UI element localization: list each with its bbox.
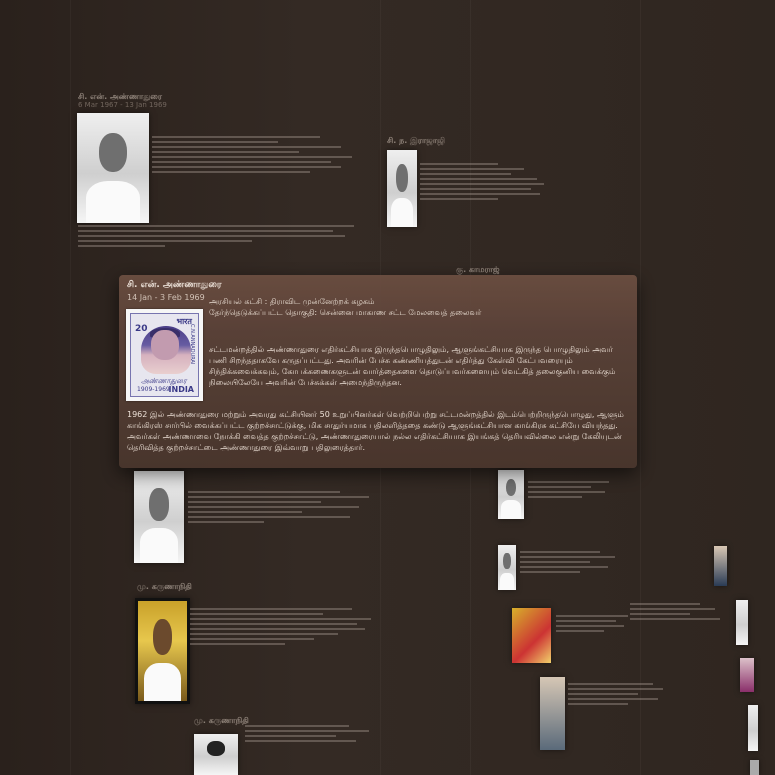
card-name: மு. கருணாநிதி bbox=[137, 582, 192, 591]
stamp-value: 20 bbox=[135, 324, 148, 334]
popup-dates: 14 Jan - 3 Feb 1969 bbox=[127, 293, 205, 302]
face bbox=[98, 132, 128, 173]
stamp-head bbox=[151, 330, 179, 360]
portrait-photo[interactable] bbox=[387, 150, 417, 227]
card-text bbox=[556, 612, 636, 635]
body bbox=[390, 197, 414, 227]
detail-popup[interactable]: சி. என். அண்ணாதுரை 14 Jan - 3 Feb 1969 भ… bbox=[119, 275, 637, 468]
card-name: கு. காமராஜ் bbox=[456, 265, 500, 274]
portrait-photo[interactable] bbox=[540, 677, 565, 750]
popup-paragraph-2: 1962 இல் அண்ணாதுரை மற்றும் அவரது கட்சியி… bbox=[127, 410, 624, 452]
timeline-card[interactable]: மு. கருணாநிதி bbox=[137, 582, 367, 591]
portrait-photo[interactable] bbox=[736, 600, 748, 645]
timeline-card[interactable]: சி. என். அண்ணாதுரை 6 Mar 1967 - 13 Jan 1… bbox=[78, 92, 368, 114]
portrait-photo[interactable] bbox=[512, 608, 551, 663]
stamp-years: 1909-1969 bbox=[137, 386, 170, 393]
card-text bbox=[152, 133, 362, 176]
portrait-photo[interactable] bbox=[135, 598, 190, 704]
card-date: 6 Mar 1967 - 13 Jan 1969 bbox=[78, 101, 167, 109]
popup-party: அரசியல் கட்சி : திராவிட முன்னேற்றக் கழகம… bbox=[209, 297, 375, 306]
portrait-photo[interactable] bbox=[748, 705, 758, 751]
portrait-photo[interactable] bbox=[714, 546, 727, 586]
divider bbox=[640, 0, 641, 775]
face bbox=[503, 553, 511, 570]
body bbox=[140, 528, 178, 563]
card-text bbox=[245, 722, 375, 745]
face bbox=[396, 163, 408, 192]
portrait-photo[interactable] bbox=[498, 545, 516, 590]
card-text bbox=[630, 600, 730, 623]
portrait-photo[interactable] bbox=[194, 734, 238, 775]
body bbox=[500, 572, 514, 590]
divider bbox=[70, 0, 71, 775]
face bbox=[149, 487, 169, 521]
face bbox=[505, 478, 517, 497]
popup-constituency: தேர்ந்தெடுக்கப்பட்ட தொகுதி: சென்னை மாகாண… bbox=[209, 308, 482, 317]
card-name: சி. ந. இராஜாஜி bbox=[387, 136, 446, 145]
portrait-photo[interactable] bbox=[134, 471, 184, 563]
face bbox=[207, 741, 225, 757]
popup-meta: அரசியல் கட்சி : திராவிட முன்னேற்றக் கழகம… bbox=[209, 296, 481, 318]
stamp-name: C.N.ANNADURAI bbox=[189, 324, 195, 365]
card-text bbox=[568, 680, 668, 708]
portrait-photo[interactable] bbox=[740, 658, 754, 692]
portrait-photo[interactable] bbox=[77, 113, 149, 223]
postage-stamp-image: भारत 20 C.N.ANNADURAI அண்ணாதுரை 1909-196… bbox=[126, 309, 203, 401]
card-text bbox=[528, 478, 618, 501]
card-name: சி. என். அண்ணாதுரை bbox=[78, 92, 162, 101]
popup-paragraph-1: சட்டமன்றத்தில் அண்ணாதுரை எதிர்கட்சியாக இ… bbox=[209, 345, 616, 387]
card-text bbox=[78, 222, 368, 250]
card-text bbox=[188, 488, 378, 526]
timeline-card[interactable]: சி. ந. இராஜாஜி bbox=[387, 136, 557, 145]
portrait-photo[interactable] bbox=[750, 760, 759, 775]
body bbox=[143, 663, 182, 701]
portrait-photo[interactable] bbox=[498, 470, 524, 519]
stamp-india: INDIA bbox=[168, 385, 194, 394]
body bbox=[85, 181, 141, 223]
body bbox=[501, 500, 521, 519]
popup-name: சி. என். அண்ணாதுரை bbox=[127, 280, 222, 290]
card-text bbox=[520, 548, 620, 576]
card-text bbox=[190, 605, 380, 648]
card-text bbox=[420, 160, 550, 203]
timeline-card[interactable]: கு. காமராஜ் bbox=[456, 265, 556, 274]
face bbox=[152, 619, 173, 655]
